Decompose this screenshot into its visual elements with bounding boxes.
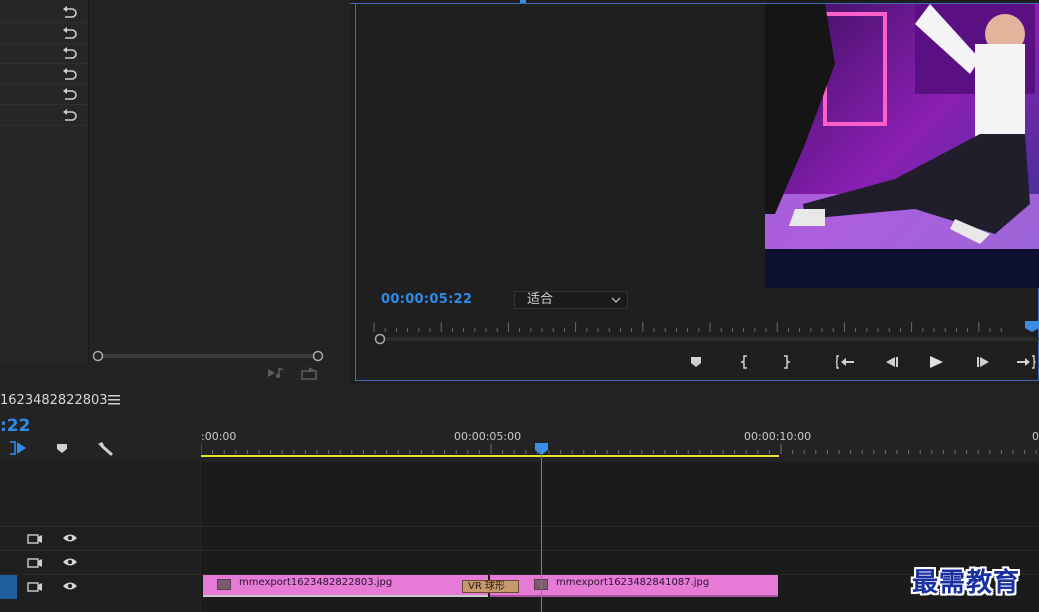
ruler-label: :00:00 — [201, 430, 237, 443]
reset-parameter-icon[interactable] — [62, 46, 78, 60]
playhead-handle[interactable] — [535, 443, 548, 455]
toggle-sync-lock-icon[interactable] — [27, 557, 43, 569]
effect-property-row — [0, 105, 88, 126]
eye-icon[interactable] — [62, 557, 78, 567]
mark-in-icon[interactable] — [734, 350, 756, 374]
effect-keyframe-area — [89, 0, 328, 362]
effect-property-row — [0, 43, 88, 64]
wrench-icon[interactable] — [96, 441, 114, 457]
playhead-line[interactable] — [541, 448, 542, 612]
timeline-clip[interactable]: mmexport1623482822803.jpg — [203, 575, 488, 597]
transition-clip[interactable]: VR 球形 — [462, 580, 519, 593]
monitor-playhead — [1025, 321, 1039, 332]
effect-property-row — [0, 64, 88, 85]
step-forward-icon[interactable] — [973, 350, 995, 374]
reset-parameter-icon[interactable] — [62, 108, 78, 122]
clip-name: mmexport1623482841087.jpg — [556, 577, 710, 588]
marker-icon[interactable] — [685, 350, 707, 374]
effect-controls-panel — [0, 0, 350, 384]
ruler-label: 00:00:05:00 — [454, 430, 522, 443]
track-row-v2 — [0, 550, 1039, 574]
effect-property-row — [0, 23, 88, 44]
eye-icon[interactable] — [62, 533, 78, 543]
sequence-tab-title[interactable]: 1623482822803 — [0, 393, 108, 408]
toggle-sync-lock-icon[interactable] — [27, 533, 43, 545]
zoom-fit-select[interactable]: 适合 — [514, 291, 628, 309]
program-zoom-scrollbar[interactable] — [372, 333, 1039, 345]
timeline-toolbar — [0, 438, 200, 458]
step-back-icon[interactable] — [880, 350, 902, 374]
transition-label: VR 球形 — [468, 581, 505, 592]
ruler-label: 00:00:10:00 — [744, 430, 812, 443]
effect-property-row — [0, 2, 88, 23]
timeline-timecode[interactable]: :22 — [0, 416, 30, 436]
clip-name: mmexport1623482822803.jpg — [239, 577, 393, 588]
add-marker-icon[interactable] — [56, 443, 68, 454]
effect-properties-list — [0, 0, 89, 362]
chevron-down-icon — [611, 297, 621, 303]
effect-zoom-scrollbar[interactable] — [92, 350, 324, 362]
watermark-logo: 最需教育 — [912, 568, 1021, 598]
timeline-clip[interactable]: mmexport1623482841087.jpg — [490, 575, 778, 597]
reset-parameter-icon[interactable] — [62, 26, 78, 40]
ruler-label: 0 — [1032, 430, 1039, 443]
play-audio-icon[interactable] — [266, 366, 286, 380]
export-icon[interactable] — [300, 366, 320, 380]
mark-out-icon[interactable] — [775, 350, 797, 374]
track-row-v3 — [0, 526, 1039, 550]
eye-icon[interactable] — [62, 581, 78, 591]
zoom-fit-value: 适合 — [527, 292, 554, 307]
effect-bottom-toolbar — [262, 366, 322, 380]
play-icon[interactable] — [925, 350, 947, 374]
program-transport-controls — [355, 350, 1039, 376]
snap-icon[interactable] — [8, 441, 28, 455]
reset-parameter-icon[interactable] — [62, 5, 78, 19]
work-area-bar[interactable] — [201, 455, 779, 457]
go-to-out-icon[interactable] — [1015, 350, 1037, 374]
reset-parameter-icon[interactable] — [62, 87, 78, 101]
program-video-frame — [765, 4, 1039, 288]
reset-parameter-icon[interactable] — [62, 67, 78, 81]
toggle-sync-lock-icon[interactable] — [27, 581, 43, 593]
program-timecode[interactable]: 00:00:05:22 — [381, 292, 472, 307]
fx-badge-icon — [217, 579, 231, 590]
effect-property-row — [0, 84, 88, 105]
hamburger-menu-icon[interactable] — [108, 395, 120, 405]
track-target-v1[interactable] — [0, 575, 17, 599]
go-to-in-icon[interactable] — [835, 350, 857, 374]
